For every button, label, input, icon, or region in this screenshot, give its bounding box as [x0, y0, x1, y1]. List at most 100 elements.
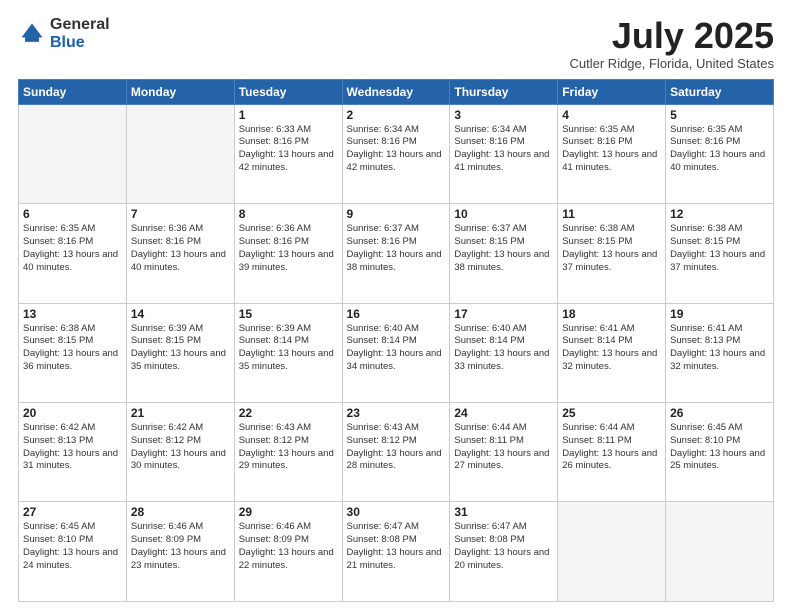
day-info: Sunrise: 6:46 AM Sunset: 8:09 PM Dayligh… — [131, 521, 230, 572]
calendar-week-row: 27 Sunrise: 6:45 AM Sunset: 8:10 PM Dayli… — [19, 502, 774, 602]
header-row: Sunday Monday Tuesday Wednesday Thursday… — [19, 79, 774, 104]
day-number: 29 — [239, 505, 338, 519]
day-info: Sunrise: 6:36 AM Sunset: 8:16 PM Dayligh… — [239, 223, 338, 274]
month-title: July 2025 — [570, 16, 774, 56]
calendar-day-cell: 27 Sunrise: 6:45 AM Sunset: 8:10 PM Dayli… — [19, 502, 127, 602]
day-number: 31 — [454, 505, 553, 519]
day-number: 17 — [454, 307, 553, 321]
calendar-day-cell — [666, 502, 774, 602]
day-number: 14 — [131, 307, 230, 321]
day-info: Sunrise: 6:44 AM Sunset: 8:11 PM Dayligh… — [454, 422, 553, 473]
col-tuesday: Tuesday — [234, 79, 342, 104]
calendar-day-cell: 6 Sunrise: 6:35 AM Sunset: 8:16 PM Daylig… — [19, 204, 127, 303]
day-number: 23 — [347, 406, 446, 420]
day-info: Sunrise: 6:37 AM Sunset: 8:16 PM Dayligh… — [347, 223, 446, 274]
calendar-day-cell: 22 Sunrise: 6:43 AM Sunset: 8:12 PM Dayli… — [234, 403, 342, 502]
day-info: Sunrise: 6:39 AM Sunset: 8:14 PM Dayligh… — [239, 323, 338, 374]
day-number: 2 — [347, 108, 446, 122]
day-info: Sunrise: 6:45 AM Sunset: 8:10 PM Dayligh… — [670, 422, 769, 473]
day-number: 27 — [23, 505, 122, 519]
day-info: Sunrise: 6:34 AM Sunset: 8:16 PM Dayligh… — [347, 124, 446, 175]
calendar-header: Sunday Monday Tuesday Wednesday Thursday… — [19, 79, 774, 104]
calendar-week-row: 20Sunrise: 6:42 AM Sunset: 8:13 PM Dayli… — [19, 403, 774, 502]
day-number: 22 — [239, 406, 338, 420]
page: General Blue July 2025 Cutler Ridge, Flo… — [0, 0, 792, 612]
calendar-day-cell: 8 Sunrise: 6:36 AM Sunset: 8:16 PM Daylig… — [234, 204, 342, 303]
calendar-day-cell: 7Sunrise: 6:36 AM Sunset: 8:16 PM Daylig… — [126, 204, 234, 303]
day-info: Sunrise: 6:39 AM Sunset: 8:15 PM Dayligh… — [131, 323, 230, 374]
day-info: Sunrise: 6:35 AM Sunset: 8:16 PM Dayligh… — [23, 223, 122, 274]
calendar-day-cell: 2 Sunrise: 6:34 AM Sunset: 8:16 PM Daylig… — [342, 104, 450, 203]
day-info: Sunrise: 6:35 AM Sunset: 8:16 PM Dayligh… — [670, 124, 769, 175]
calendar-day-cell: 10Sunrise: 6:37 AM Sunset: 8:15 PM Dayli… — [450, 204, 558, 303]
calendar-day-cell: 15 Sunrise: 6:39 AM Sunset: 8:14 PM Dayli… — [234, 303, 342, 402]
day-number: 30 — [347, 505, 446, 519]
day-number: 16 — [347, 307, 446, 321]
col-wednesday: Wednesday — [342, 79, 450, 104]
day-info: Sunrise: 6:33 AM Sunset: 8:16 PM Dayligh… — [239, 124, 338, 175]
calendar-day-cell — [19, 104, 127, 203]
day-number: 24 — [454, 406, 553, 420]
day-info: Sunrise: 6:42 AM Sunset: 8:13 PM Dayligh… — [23, 422, 122, 473]
day-info: Sunrise: 6:43 AM Sunset: 8:12 PM Dayligh… — [239, 422, 338, 473]
day-info: Sunrise: 6:47 AM Sunset: 8:08 PM Dayligh… — [347, 521, 446, 572]
day-number: 5 — [670, 108, 769, 122]
calendar-day-cell: 28Sunrise: 6:46 AM Sunset: 8:09 PM Dayli… — [126, 502, 234, 602]
day-number: 9 — [347, 207, 446, 221]
day-info: Sunrise: 6:45 AM Sunset: 8:10 PM Dayligh… — [23, 521, 122, 572]
day-number: 18 — [562, 307, 661, 321]
calendar-table: Sunday Monday Tuesday Wednesday Thursday… — [18, 79, 774, 602]
col-saturday: Saturday — [666, 79, 774, 104]
calendar-day-cell: 16Sunrise: 6:40 AM Sunset: 8:14 PM Dayli… — [342, 303, 450, 402]
calendar-day-cell: 30 Sunrise: 6:47 AM Sunset: 8:08 PM Dayli… — [342, 502, 450, 602]
day-number: 19 — [670, 307, 769, 321]
day-info: Sunrise: 6:38 AM Sunset: 8:15 PM Dayligh… — [670, 223, 769, 274]
logo-blue: Blue — [50, 34, 110, 52]
calendar-day-cell: 17 Sunrise: 6:40 AM Sunset: 8:14 PM Dayli… — [450, 303, 558, 402]
day-number: 1 — [239, 108, 338, 122]
day-info: Sunrise: 6:38 AM Sunset: 8:15 PM Dayligh… — [23, 323, 122, 374]
day-info: Sunrise: 6:34 AM Sunset: 8:16 PM Dayligh… — [454, 124, 553, 175]
day-number: 8 — [239, 207, 338, 221]
calendar-day-cell — [558, 502, 666, 602]
day-number: 12 — [670, 207, 769, 221]
header: General Blue July 2025 Cutler Ridge, Flo… — [18, 16, 774, 71]
day-info: Sunrise: 6:41 AM Sunset: 8:14 PM Dayligh… — [562, 323, 661, 374]
col-thursday: Thursday — [450, 79, 558, 104]
calendar-day-cell: 11Sunrise: 6:38 AM Sunset: 8:15 PM Dayli… — [558, 204, 666, 303]
calendar-day-cell: 4Sunrise: 6:35 AM Sunset: 8:16 PM Daylig… — [558, 104, 666, 203]
logo-icon — [18, 20, 46, 48]
day-info: Sunrise: 6:41 AM Sunset: 8:13 PM Dayligh… — [670, 323, 769, 374]
logo: General Blue — [18, 16, 110, 51]
day-info: Sunrise: 6:46 AM Sunset: 8:09 PM Dayligh… — [239, 521, 338, 572]
calendar-day-cell: 20Sunrise: 6:42 AM Sunset: 8:13 PM Dayli… — [19, 403, 127, 502]
day-info: Sunrise: 6:35 AM Sunset: 8:16 PM Dayligh… — [562, 124, 661, 175]
calendar-day-cell: 31 Sunrise: 6:47 AM Sunset: 8:08 PM Dayli… — [450, 502, 558, 602]
calendar-day-cell: 12 Sunrise: 6:38 AM Sunset: 8:15 PM Dayli… — [666, 204, 774, 303]
day-number: 6 — [23, 207, 122, 221]
day-number: 25 — [562, 406, 661, 420]
logo-general: General — [50, 16, 110, 34]
calendar-day-cell: 5 Sunrise: 6:35 AM Sunset: 8:16 PM Daylig… — [666, 104, 774, 203]
calendar-day-cell: 29 Sunrise: 6:46 AM Sunset: 8:09 PM Dayli… — [234, 502, 342, 602]
calendar-day-cell: 21Sunrise: 6:42 AM Sunset: 8:12 PM Dayli… — [126, 403, 234, 502]
logo-text: General Blue — [50, 16, 110, 51]
day-info: Sunrise: 6:47 AM Sunset: 8:08 PM Dayligh… — [454, 521, 553, 572]
calendar-day-cell: 24 Sunrise: 6:44 AM Sunset: 8:11 PM Dayli… — [450, 403, 558, 502]
day-info: Sunrise: 6:43 AM Sunset: 8:12 PM Dayligh… — [347, 422, 446, 473]
calendar-day-cell: 1 Sunrise: 6:33 AM Sunset: 8:16 PM Daylig… — [234, 104, 342, 203]
calendar-day-cell: 13Sunrise: 6:38 AM Sunset: 8:15 PM Dayli… — [19, 303, 127, 402]
calendar-day-cell: 9 Sunrise: 6:37 AM Sunset: 8:16 PM Daylig… — [342, 204, 450, 303]
day-number: 15 — [239, 307, 338, 321]
calendar-day-cell: 14 Sunrise: 6:39 AM Sunset: 8:15 PM Dayli… — [126, 303, 234, 402]
calendar-day-cell: 18 Sunrise: 6:41 AM Sunset: 8:14 PM Dayli… — [558, 303, 666, 402]
calendar-day-cell: 3Sunrise: 6:34 AM Sunset: 8:16 PM Daylig… — [450, 104, 558, 203]
day-number: 10 — [454, 207, 553, 221]
calendar-body: 1 Sunrise: 6:33 AM Sunset: 8:16 PM Daylig… — [19, 104, 774, 601]
title-block: July 2025 Cutler Ridge, Florida, United … — [570, 16, 774, 71]
day-number: 11 — [562, 207, 661, 221]
calendar-week-row: 1 Sunrise: 6:33 AM Sunset: 8:16 PM Daylig… — [19, 104, 774, 203]
day-info: Sunrise: 6:40 AM Sunset: 8:14 PM Dayligh… — [454, 323, 553, 374]
day-info: Sunrise: 6:36 AM Sunset: 8:16 PM Dayligh… — [131, 223, 230, 274]
day-number: 26 — [670, 406, 769, 420]
